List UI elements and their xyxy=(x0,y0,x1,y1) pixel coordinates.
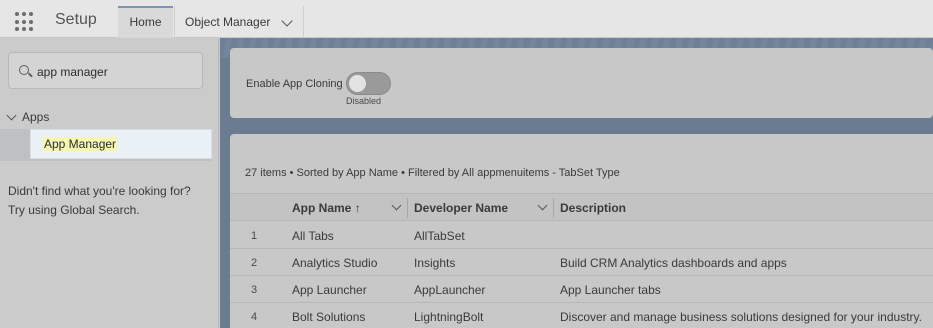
cell-app-name: All Tabs xyxy=(292,229,334,243)
app-launcher-icon[interactable] xyxy=(15,12,35,32)
help-text-line2: Try using Global Search. xyxy=(8,203,140,217)
column-label: Description xyxy=(560,201,627,215)
column-header-description[interactable]: Description xyxy=(560,194,920,221)
sidebar-item-app-manager[interactable]: App Manager xyxy=(30,129,212,159)
chevron-down-icon[interactable] xyxy=(6,110,17,121)
tab-object-manager-label: Object Manager xyxy=(185,15,271,29)
toggle-state: Disabled xyxy=(346,96,382,106)
cell-developer-name: Insights xyxy=(414,256,456,270)
app-cloning-card: Enable App Cloning Disabled xyxy=(230,48,933,118)
table-row[interactable]: 3 App Launcher AppLauncher App Launcher … xyxy=(230,276,933,303)
clone-toggle[interactable] xyxy=(346,72,391,95)
table-header: App Name ↑ Developer Name Description xyxy=(230,193,933,221)
column-header-app-name[interactable]: App Name ↑ xyxy=(292,194,406,221)
list-summary: 27 items • Sorted by App Name • Filtered… xyxy=(245,167,620,179)
quick-find-input[interactable]: app manager xyxy=(37,65,108,79)
table-row[interactable]: 4 Bolt Solutions LightningBolt Discover … xyxy=(230,303,933,328)
cell-description: Discover and manage business solutions d… xyxy=(560,310,922,324)
column-header-developer-name[interactable]: Developer Name xyxy=(414,194,552,221)
cell-developer-name: AppLauncher xyxy=(414,283,486,297)
row-number: 3 xyxy=(251,284,258,296)
cell-description: App Launcher tabs xyxy=(560,283,661,297)
cell-description: Build CRM Analytics dashboards and apps xyxy=(560,256,787,270)
table-row[interactable]: 2 Analytics Studio Insights Build CRM An… xyxy=(230,249,933,276)
cell-developer-name: AllTabSet xyxy=(414,229,465,243)
row-number: 4 xyxy=(251,311,258,323)
global-header: Setup Home Object Manager xyxy=(0,0,933,38)
sidebar-item-label: App Manager xyxy=(43,137,118,151)
column-divider xyxy=(407,198,408,218)
tree-group-apps[interactable]: Apps xyxy=(6,110,50,124)
column-label: Developer Name xyxy=(414,201,509,215)
app-list-card: 27 items • Sorted by App Name • Filtered… xyxy=(230,134,933,328)
tab-object-manager[interactable]: Object Manager xyxy=(174,6,304,38)
column-divider xyxy=(553,198,554,218)
cell-app-name: Analytics Studio xyxy=(292,256,378,270)
chevron-down-icon[interactable] xyxy=(281,15,293,27)
chevron-down-icon[interactable] xyxy=(537,200,548,211)
quick-find-search[interactable]: app manager xyxy=(8,52,203,89)
row-number: 1 xyxy=(251,230,258,242)
cell-app-name: App Launcher xyxy=(292,283,367,297)
tab-home[interactable]: Home xyxy=(118,6,173,38)
cell-developer-name: LightningBolt xyxy=(414,310,484,324)
setup-sidebar: app manager Apps App Manager Didn't find… xyxy=(0,38,219,328)
search-icon xyxy=(19,65,29,75)
cell-app-name: Bolt Solutions xyxy=(292,310,366,324)
column-label: App Name xyxy=(292,201,352,215)
sort-up-icon: ↑ xyxy=(354,201,361,215)
clone-label: Enable App Cloning xyxy=(246,78,343,90)
app-name: Setup xyxy=(55,11,97,28)
table-row[interactable]: 1 All Tabs AllTabSet xyxy=(230,222,933,249)
chevron-down-icon[interactable] xyxy=(391,200,402,211)
row-number: 2 xyxy=(251,257,258,269)
tree-group-label: Apps xyxy=(22,110,50,124)
toggle-knob xyxy=(349,75,366,92)
help-text-line1: Didn't find what you're looking for? xyxy=(8,184,191,198)
